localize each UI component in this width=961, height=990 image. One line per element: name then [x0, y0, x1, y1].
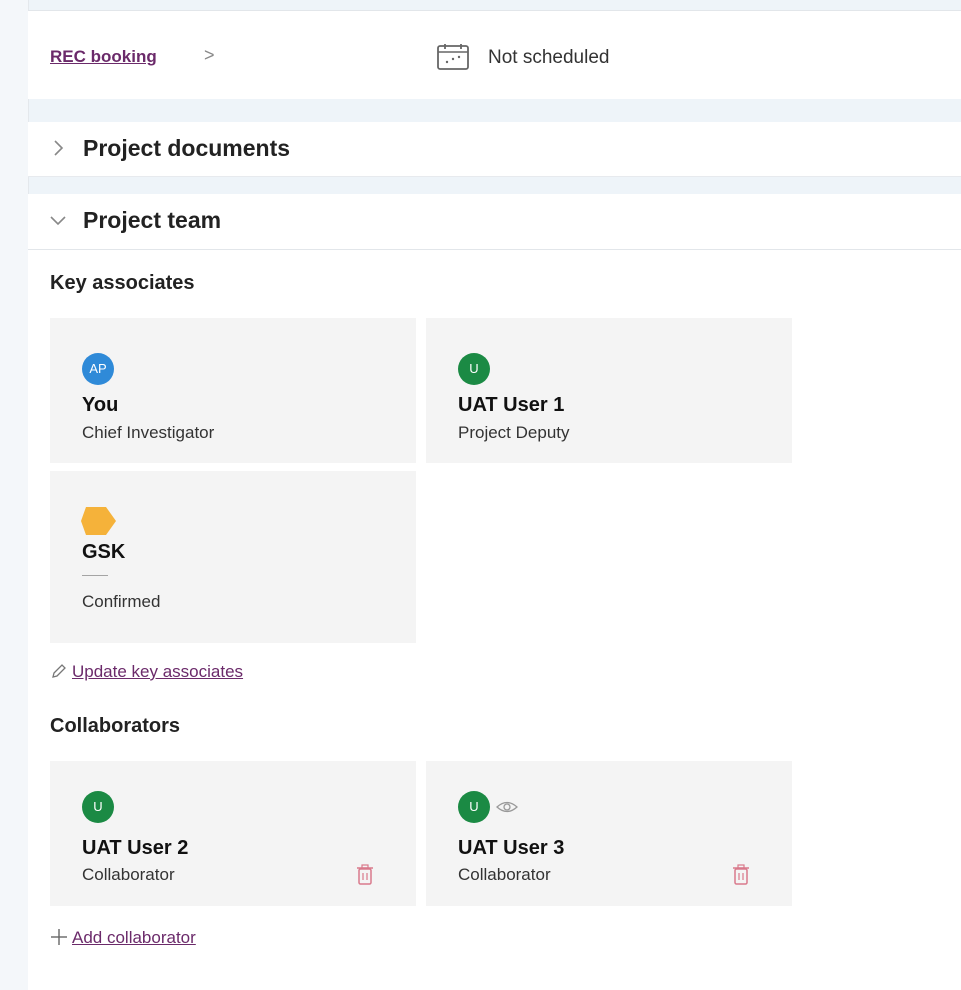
- key-associate-card: AP You Chief Investigator: [50, 318, 416, 463]
- associate-name: You: [82, 394, 119, 416]
- project-documents-section[interactable]: Project documents: [28, 122, 961, 177]
- collaborator-role: Collaborator: [458, 865, 551, 884]
- collaborator-role: Collaborator: [82, 865, 175, 884]
- rec-booking-panel: REC booking > Not scheduled: [28, 10, 961, 99]
- add-collaborator-label[interactable]: Add collaborator: [72, 928, 196, 947]
- organisation-separator: ——: [82, 567, 108, 582]
- avatar: U: [82, 791, 114, 823]
- pencil-icon: [50, 662, 68, 682]
- organisation-card: GSK —— Confirmed: [50, 471, 416, 643]
- avatar: AP: [82, 353, 114, 385]
- collaborator-card: U UAT User 2 Collaborator: [50, 761, 416, 906]
- collaborator-card: U UAT User 3 Collaborator: [426, 761, 792, 906]
- left-gutter: [0, 0, 29, 990]
- associate-role: Project Deputy: [458, 423, 570, 442]
- key-associate-card: U UAT User 1 Project Deputy: [426, 318, 792, 463]
- chevron-down-icon[interactable]: [46, 208, 70, 232]
- avatar: U: [458, 353, 490, 385]
- organisation-name: GSK: [82, 541, 126, 563]
- eye-icon[interactable]: [496, 799, 518, 815]
- avatar: U: [458, 791, 490, 823]
- associate-role: Chief Investigator: [82, 423, 215, 442]
- update-key-associates-link[interactable]: Update key associates: [50, 662, 243, 682]
- project-documents-title[interactable]: Project documents: [83, 135, 290, 162]
- collaborators-heading: Collaborators: [50, 715, 181, 737]
- trash-icon[interactable]: [356, 864, 374, 886]
- associate-name: UAT User 1: [458, 394, 565, 416]
- rec-booking-link[interactable]: REC booking: [50, 47, 157, 67]
- section-divider: [28, 249, 961, 250]
- rec-status-text: Not scheduled: [488, 47, 610, 68]
- collaborator-name: UAT User 3: [458, 837, 565, 859]
- project-team-title[interactable]: Project team: [83, 207, 221, 234]
- organisation-status: Confirmed: [82, 592, 161, 611]
- plus-icon: [50, 928, 68, 948]
- chevron-right-icon[interactable]: [46, 136, 70, 160]
- project-team-section: Project team Key associates AP You Chief…: [28, 194, 961, 990]
- add-collaborator-link[interactable]: Add collaborator: [50, 928, 196, 948]
- organisation-pentagon-icon: [81, 507, 116, 535]
- calendar-icon: [437, 44, 469, 70]
- rec-booking-chevron: >: [204, 45, 215, 65]
- key-associates-heading: Key associates: [50, 272, 195, 294]
- collaborator-name: UAT User 2: [82, 837, 189, 859]
- update-key-associates-label[interactable]: Update key associates: [72, 662, 243, 681]
- trash-icon[interactable]: [732, 864, 750, 886]
